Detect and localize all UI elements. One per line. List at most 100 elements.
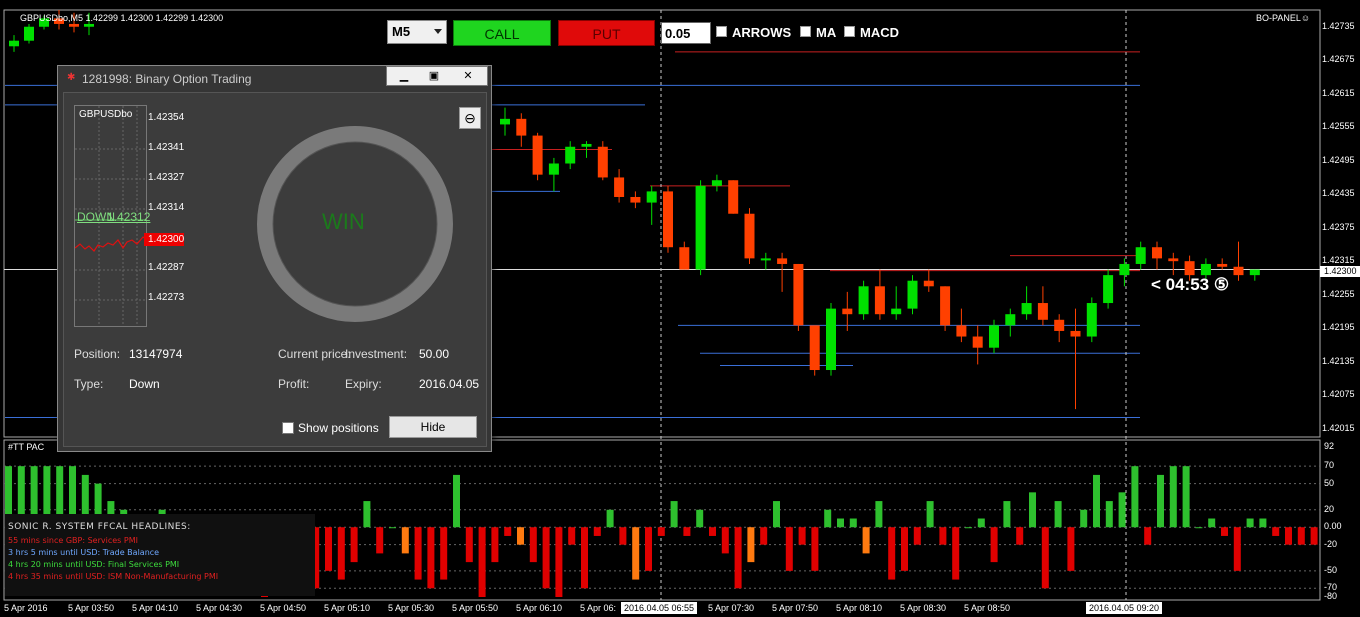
- candle-body: [9, 40, 19, 47]
- indicator-bar: [1054, 501, 1062, 528]
- dialog-body: GBPUSDbo DOWN1.42312 1.42354 1.42341 1.4…: [63, 92, 487, 447]
- time-tick-label: 5 Apr 08:10: [836, 603, 883, 613]
- close-icon[interactable]: ✕: [453, 68, 483, 84]
- indicator-bar: [1285, 527, 1292, 545]
- indicator-bar: [632, 527, 640, 580]
- mini-price-label: 1.42273: [148, 292, 185, 303]
- arrows-checkbox[interactable]: [716, 26, 727, 37]
- indicator-bar: [504, 527, 512, 536]
- ma-checkbox[interactable]: [800, 26, 811, 37]
- bo-panel-label[interactable]: BO-PANEL☺: [1256, 13, 1310, 23]
- indicator-bar: [517, 527, 524, 545]
- investment-value: 50.00: [419, 347, 450, 361]
- candle-body: [760, 258, 771, 261]
- candle-body: [630, 196, 641, 203]
- indicator-name: #TT PAC: [8, 442, 45, 452]
- indicator-bar: [427, 527, 435, 589]
- result-text: WIN: [322, 209, 365, 234]
- indicator-tick-label: 50: [1324, 477, 1335, 488]
- candle-body: [744, 213, 755, 259]
- indicator-bar: [773, 501, 780, 528]
- candle-body: [1233, 266, 1244, 276]
- indicator-tick-label: -80: [1324, 591, 1338, 601]
- indicator-bar: [350, 527, 358, 563]
- investment-label: Investment:: [345, 347, 408, 361]
- time-tick-label: 5 Apr 08:50: [964, 603, 1011, 613]
- price-tick-label: 1.42195: [1322, 322, 1355, 333]
- candle-body: [646, 191, 657, 203]
- call-button[interactable]: CALL: [453, 20, 551, 46]
- indicator-bar: [1041, 527, 1049, 589]
- indicator-bar: [1259, 518, 1267, 528]
- candle-body: [826, 308, 836, 371]
- type-value: Down: [129, 377, 160, 391]
- show-positions-label: Show positions: [298, 421, 379, 435]
- indicator-bar: [785, 527, 793, 571]
- time-tick-label: 5 Apr 07:50: [772, 603, 819, 613]
- price-tick-label: 1.42375: [1322, 221, 1355, 232]
- price-tick-label: 1.42255: [1322, 288, 1355, 299]
- candle-body: [1152, 247, 1162, 259]
- indicator-bar: [593, 527, 601, 536]
- indicator-bar: [555, 527, 563, 597]
- indicator-bar: [965, 527, 972, 529]
- indicator-bar: [709, 527, 716, 536]
- indicator-bar: [491, 527, 499, 563]
- indicator-bar: [696, 509, 704, 528]
- indicator-bar: [542, 527, 550, 589]
- indicator-bar: [747, 527, 755, 563]
- indicator-bar: [1144, 527, 1152, 545]
- mini-price-label: 1.42287: [148, 262, 185, 273]
- timeframe-select[interactable]: M5: [387, 20, 447, 44]
- indicator-bar: [414, 527, 422, 580]
- current-price-label: 1.42300: [1320, 266, 1360, 277]
- candle-body: [777, 258, 788, 264]
- candle-body: [548, 163, 559, 175]
- put-button[interactable]: PUT: [558, 20, 655, 46]
- amount-input[interactable]: 0.05: [661, 22, 711, 44]
- maximize-icon[interactable]: ▣: [419, 68, 449, 84]
- news-title: SONIC R. SYSTEM FFCAL HEADLINES:: [8, 522, 191, 532]
- news-line: 55 mins since GBP: Services PMI: [8, 536, 138, 545]
- binary-option-dialog[interactable]: ✱ 1281998: Binary Option Trading ▁ ▣ ✕ G…: [57, 65, 492, 452]
- indicator-bar: [606, 509, 614, 528]
- indicator-bar: [1221, 527, 1228, 536]
- indicator-bar: [824, 509, 832, 528]
- indicator-bar: [811, 527, 819, 571]
- position-value: 13147974: [129, 347, 183, 361]
- minimize-icon[interactable]: ▁: [389, 68, 419, 84]
- candle-body: [1119, 263, 1130, 276]
- time-tick-label: 5 Apr 04:50: [260, 603, 307, 613]
- time-tick-label: 5 Apr 08:30: [900, 603, 947, 613]
- mini-chart-symbol: GBPUSDbo: [79, 109, 133, 120]
- indicator-bar: [926, 501, 934, 528]
- indicator-bar: [440, 527, 448, 580]
- back-arrow-icon[interactable]: ⊖: [459, 107, 481, 129]
- macd-checkbox[interactable]: [844, 26, 855, 37]
- app-logo-icon: ✱: [67, 72, 76, 83]
- candle-body: [728, 180, 739, 214]
- price-tick-label: 1.42315: [1322, 255, 1355, 266]
- indicator-tick-label: -20: [1324, 538, 1338, 549]
- indicator-bar: [1093, 474, 1100, 528]
- type-label: Type:: [74, 377, 104, 391]
- candle-body: [793, 263, 804, 326]
- ma-label: MA: [816, 25, 837, 40]
- show-positions-checkbox[interactable]: [282, 422, 294, 434]
- indicator-bar: [453, 474, 460, 528]
- indicator-bar: [645, 527, 652, 571]
- indicator-bar: [1067, 527, 1075, 571]
- mini-price-label: 1.42354: [148, 112, 185, 123]
- direction-label: DOWN1.42312: [77, 210, 151, 224]
- price-tick-label: 1.42135: [1322, 355, 1355, 366]
- price-tick-label: 1.42015: [1322, 422, 1355, 433]
- mini-chart: GBPUSDbo DOWN1.42312: [74, 105, 151, 327]
- indicator-bar: [721, 527, 729, 554]
- macd-label: MACD: [860, 25, 899, 40]
- candle-body: [1217, 263, 1228, 267]
- time-tick-label: 5 Apr 2016: [4, 603, 48, 613]
- hide-button[interactable]: Hide: [389, 416, 477, 438]
- chevron-down-icon: [434, 29, 442, 34]
- candle-body: [663, 191, 673, 248]
- indicator-bar: [990, 527, 998, 563]
